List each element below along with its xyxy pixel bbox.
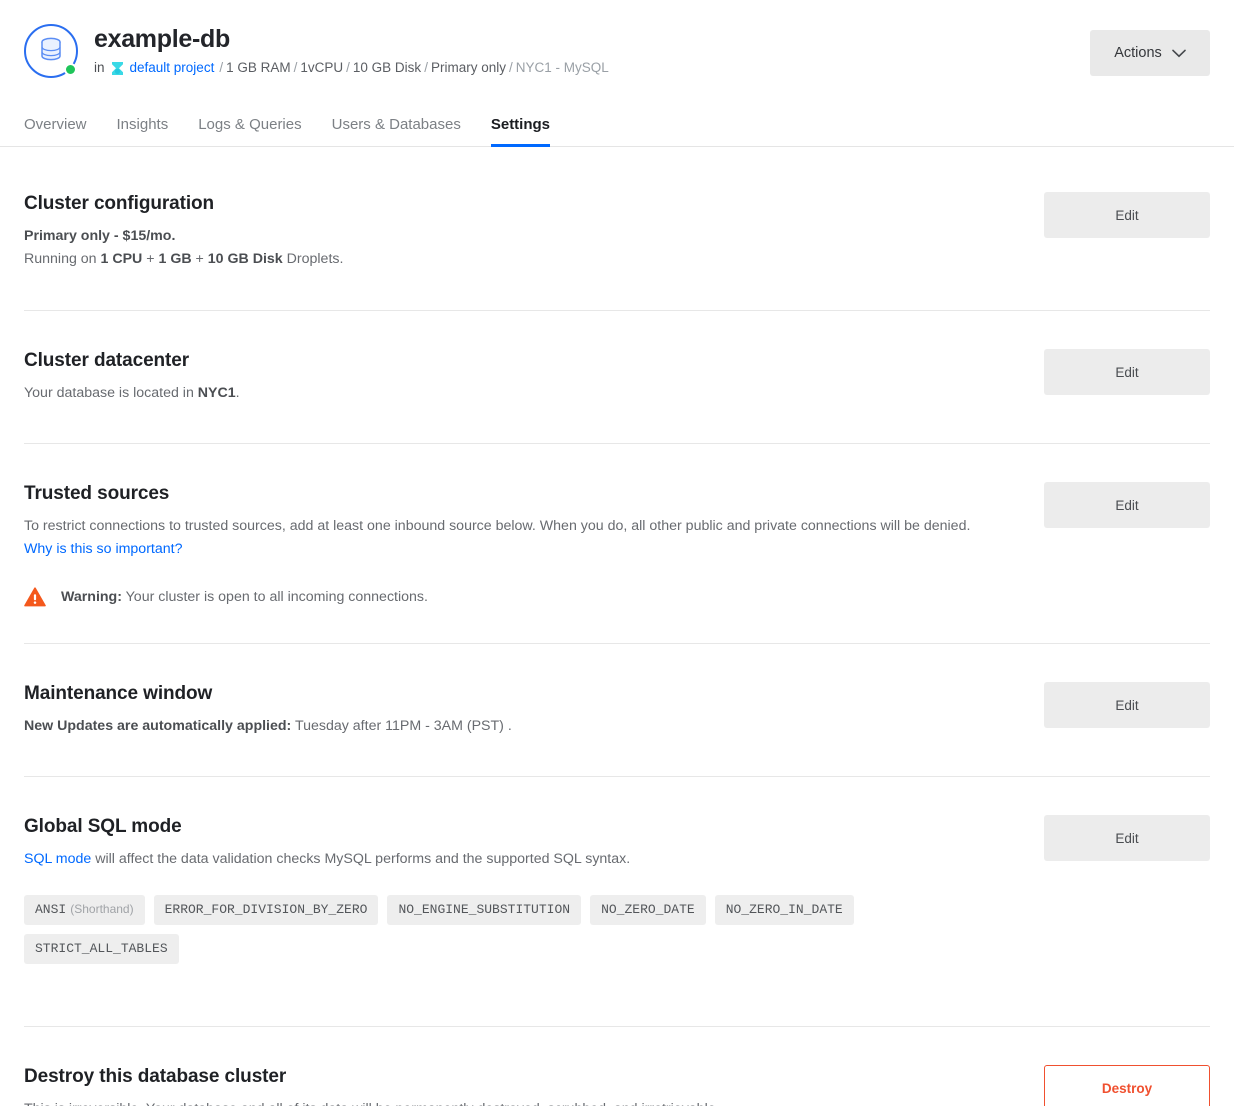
datacenter-region: NYC1 — [197, 385, 236, 401]
meta-cpu: 1vCPU — [300, 60, 344, 75]
why-important-link[interactable]: Why is this so important? — [24, 541, 182, 557]
actions-button-label: Actions — [1114, 45, 1162, 61]
meta-separator-2: / — [293, 60, 298, 75]
section-trusted-sources: Trusted sources To restrict connections … — [0, 444, 1234, 643]
running-on-prefix: Running on — [24, 251, 101, 267]
meta-topology: Primary only — [430, 60, 506, 75]
resource-ram: 1 GB — [158, 251, 192, 267]
meta-disk: 10 GB Disk — [352, 60, 422, 75]
edit-cluster-datacenter-button[interactable]: Edit — [1044, 349, 1210, 395]
actions-button[interactable]: Actions — [1090, 30, 1210, 76]
resource-cpu: 1 CPU — [100, 251, 143, 267]
resource-disk: 10 GB Disk — [207, 251, 283, 267]
sql-mode-tag: STRICT_ALL_TABLES — [24, 934, 179, 964]
trusted-sources-desc-text: To restrict connections to trusted sourc… — [24, 518, 971, 534]
trusted-sources-warning: Warning: Your cluster is open to all inc… — [24, 587, 1020, 607]
datacenter-prefix: Your database is located in — [24, 385, 198, 401]
cluster-configuration-resources: Running on 1 CPU + 1 GB + 10 GB Disk Dro… — [24, 248, 989, 271]
tab-insights[interactable]: Insights — [117, 116, 169, 146]
section-cluster-datacenter: Cluster datacenter Your database is loca… — [0, 311, 1234, 443]
section-destroy-cluster: Destroy this database cluster This is ir… — [0, 1027, 1234, 1106]
destroy-cluster-title: Destroy this database cluster — [24, 1066, 287, 1087]
project-link[interactable]: default project — [130, 59, 215, 76]
sql-mode-tag-list: ANSI (Shorthand) ERROR_FOR_DIVISION_BY_ZE… — [24, 895, 924, 964]
tab-settings[interactable]: Settings — [490, 116, 551, 147]
sql-mode-link[interactable]: SQL mode — [24, 851, 91, 867]
cluster-configuration-plan: Primary only - $15/mo. — [24, 228, 176, 244]
global-sql-mode-title: Global SQL mode — [24, 816, 182, 837]
status-indicator-dot — [64, 63, 77, 76]
chevron-down-icon — [1171, 49, 1186, 57]
sql-mode-tag: ERROR_FOR_DIVISION_BY_ZERO — [153, 895, 379, 925]
edit-cluster-configuration-button[interactable]: Edit — [1044, 192, 1210, 238]
datacenter-suffix: . — [235, 385, 240, 401]
title-block: example-db in default project / 1 GB RAM… — [94, 22, 609, 76]
warning-triangle-icon — [24, 587, 46, 607]
page-title: example-db — [94, 25, 230, 53]
resource-plus-1: + — [142, 251, 159, 267]
meta-separator-5: / — [508, 60, 513, 75]
section-global-sql-mode: Global SQL mode SQL mode will affect the… — [0, 777, 1234, 1026]
meta-separator-1: / — [219, 60, 224, 75]
database-icon — [41, 37, 61, 61]
warning-message: Warning: Your cluster is open to all inc… — [61, 587, 428, 607]
maintenance-window-title: Maintenance window — [24, 683, 213, 704]
database-avatar — [24, 24, 78, 78]
destroy-button[interactable]: Destroy — [1044, 1065, 1210, 1106]
meta-ram: 1 GB RAM — [226, 60, 291, 75]
sql-mode-desc-text: will affect the data validation checks M… — [91, 851, 631, 867]
sql-mode-tag-note: (Shorthand) — [70, 902, 134, 916]
project-icon — [111, 62, 123, 75]
in-label: in — [94, 60, 105, 75]
cluster-datacenter-desc: Your database is located in NYC1. — [24, 382, 989, 405]
cluster-configuration-title: Cluster configuration — [24, 193, 215, 214]
global-sql-mode-desc: SQL mode will affect the data validation… — [24, 848, 989, 871]
meta-separator-4: / — [424, 60, 428, 75]
cluster-datacenter-title: Cluster datacenter — [24, 350, 190, 371]
maintenance-label: New Updates are automatically applied: — [24, 718, 292, 734]
database-settings-page: example-db in default project / 1 GB RAM… — [0, 0, 1234, 1106]
sql-mode-tag: NO_ZERO_DATE — [590, 895, 706, 925]
section-maintenance-window: Maintenance window New Updates are autom… — [0, 644, 1234, 776]
tab-bar: Overview Insights Logs & Queries Users &… — [0, 116, 1234, 147]
tab-logs-queries[interactable]: Logs & Queries — [198, 116, 301, 146]
sql-mode-tag-name: ANSI — [35, 902, 67, 917]
resource-suffix: Droplets. — [282, 251, 344, 267]
section-cluster-configuration: Cluster configuration Primary only - $15… — [0, 147, 1234, 310]
breadcrumb: in default project / 1 GB RAM / 1vCPU / … — [94, 59, 609, 76]
trusted-sources-desc: To restrict connections to trusted sourc… — [24, 515, 989, 561]
trusted-sources-title: Trusted sources — [24, 483, 170, 504]
destroy-cluster-desc: This is irreversible. Your database and … — [24, 1098, 989, 1106]
edit-maintenance-window-button[interactable]: Edit — [1044, 682, 1210, 728]
maintenance-window-desc: New Updates are automatically applied: T… — [24, 715, 989, 738]
page-header: example-db in default project / 1 GB RAM… — [0, 0, 1234, 78]
tab-users-databases[interactable]: Users & Databases — [332, 116, 461, 146]
sql-mode-tag: ANSI (Shorthand) — [24, 895, 145, 925]
tab-overview[interactable]: Overview — [24, 116, 87, 146]
edit-global-sql-mode-button[interactable]: Edit — [1044, 815, 1210, 861]
maintenance-schedule: Tuesday after 11PM - 3AM (PST) . — [291, 718, 512, 734]
edit-trusted-sources-button[interactable]: Edit — [1044, 482, 1210, 528]
resource-plus-2: + — [191, 251, 208, 267]
sql-mode-tag: NO_ENGINE_SUBSTITUTION — [387, 895, 582, 925]
meta-region-engine: NYC1 - MySQL — [515, 60, 609, 75]
sql-mode-tag: NO_ZERO_IN_DATE — [714, 895, 854, 925]
warning-label: Warning: — [61, 589, 122, 605]
warning-body: Your cluster is open to all incoming con… — [121, 589, 428, 605]
meta-separator-3: / — [346, 60, 350, 75]
